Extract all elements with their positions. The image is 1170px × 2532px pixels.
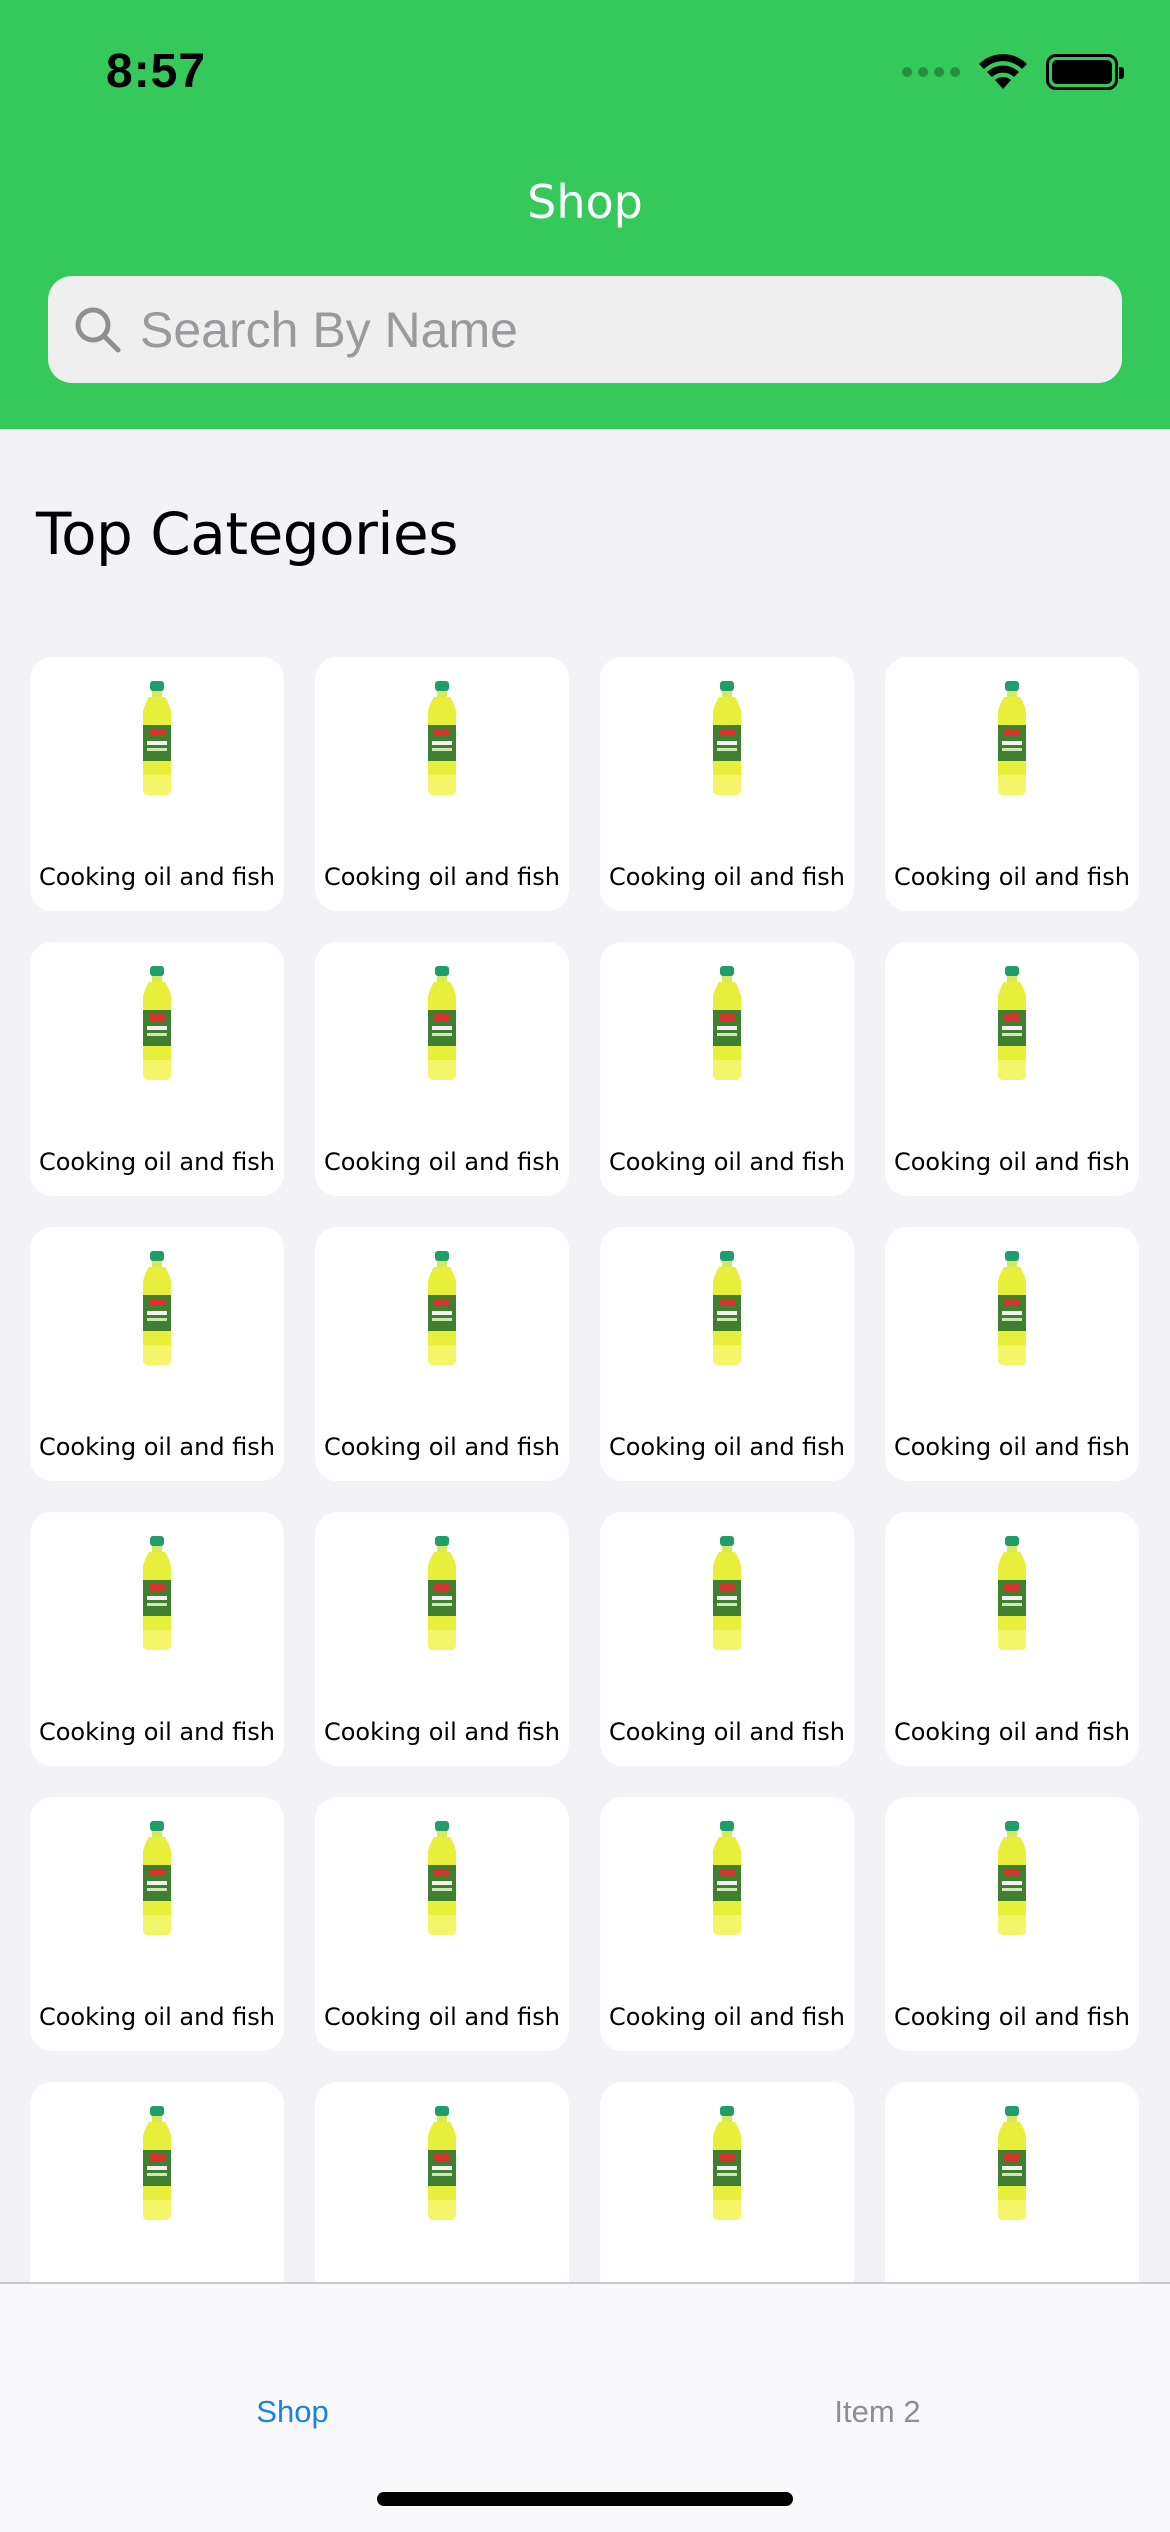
oil-bottle-image (713, 966, 741, 1080)
category-card[interactable] (600, 2082, 854, 2282)
category-label: Cooking oil and fish (608, 1718, 846, 1746)
category-card[interactable]: Cooking oil and fish (315, 1512, 569, 1766)
oil-bottle-image (998, 2106, 1026, 2220)
oil-bottle-image (428, 681, 456, 795)
status-indicators (902, 52, 1124, 92)
category-card[interactable] (885, 2082, 1139, 2282)
section-title: Top Categories (36, 500, 458, 568)
battery-icon (1046, 54, 1124, 90)
category-card[interactable] (30, 2082, 284, 2282)
search-bar[interactable] (48, 276, 1122, 383)
category-card[interactable]: Cooking oil and fish (30, 942, 284, 1196)
category-card[interactable]: Cooking oil and fish (600, 1512, 854, 1766)
oil-bottle-image (143, 1821, 171, 1935)
category-card[interactable]: Cooking oil and fish (885, 1512, 1139, 1766)
category-card[interactable]: Cooking oil and fish (315, 1227, 569, 1481)
oil-bottle-image (428, 1251, 456, 1365)
oil-bottle-image (143, 2106, 171, 2220)
oil-bottle-image (998, 681, 1026, 795)
category-card[interactable]: Cooking oil and fish (885, 942, 1139, 1196)
oil-bottle-image (143, 1251, 171, 1365)
category-card[interactable]: Cooking oil and fish (315, 657, 569, 911)
category-label: Cooking oil and fish (893, 863, 1131, 891)
oil-bottle-image (998, 966, 1026, 1080)
category-label: Cooking oil and fish (323, 1148, 561, 1176)
status-time: 8:57 (106, 45, 207, 98)
category-card[interactable]: Cooking oil and fish (600, 1797, 854, 2051)
oil-bottle-image (713, 1536, 741, 1650)
oil-bottle-image (713, 1251, 741, 1365)
header: 8:57 Shop (0, 0, 1170, 429)
category-card[interactable] (315, 2082, 569, 2282)
category-label: Cooking oil and fish (608, 1148, 846, 1176)
oil-bottle-image (428, 1821, 456, 1935)
category-label: Cooking oil and fish (38, 2003, 276, 2031)
search-input[interactable] (140, 289, 1040, 370)
category-card[interactable]: Cooking oil and fish (30, 1797, 284, 2051)
category-card[interactable]: Cooking oil and fish (600, 942, 854, 1196)
category-card[interactable]: Cooking oil and fish (885, 1797, 1139, 2051)
oil-bottle-image (998, 1821, 1026, 1935)
oil-bottle-image (143, 681, 171, 795)
category-label: Cooking oil and fish (323, 1433, 561, 1461)
wifi-icon (979, 54, 1027, 89)
oil-bottle-image (713, 2106, 741, 2220)
search-icon (75, 307, 121, 352)
category-card[interactable]: Cooking oil and fish (600, 657, 854, 911)
oil-bottle-image (998, 1251, 1026, 1365)
category-card[interactable]: Cooking oil and fish (315, 942, 569, 1196)
category-label: Cooking oil and fish (323, 2003, 561, 2031)
category-label: Cooking oil and fish (38, 1433, 276, 1461)
tab-item-2[interactable]: Item 2 (585, 2394, 1170, 2430)
oil-bottle-image (998, 1536, 1026, 1650)
oil-bottle-image (713, 1821, 741, 1935)
home-indicator (377, 2492, 793, 2506)
category-label: Cooking oil and fish (893, 1433, 1131, 1461)
tab-shop[interactable]: Shop (0, 2394, 585, 2430)
category-label: Cooking oil and fish (608, 863, 846, 891)
category-card[interactable]: Cooking oil and fish (30, 1227, 284, 1481)
category-label: Cooking oil and fish (38, 1718, 276, 1746)
oil-bottle-image (428, 1536, 456, 1650)
cellular-signal-icon (902, 67, 960, 77)
oil-bottle-image (143, 966, 171, 1080)
category-card[interactable]: Cooking oil and fish (885, 1227, 1139, 1481)
category-label: Cooking oil and fish (893, 1718, 1131, 1746)
category-label: Cooking oil and fish (323, 1718, 561, 1746)
oil-bottle-image (143, 1536, 171, 1650)
category-grid: Cooking oil and fish Cooking oil and fis… (0, 657, 1170, 2282)
category-label: Cooking oil and fish (38, 863, 276, 891)
status-bar: 8:57 (0, 0, 1170, 150)
category-card[interactable]: Cooking oil and fish (30, 657, 284, 911)
category-label: Cooking oil and fish (608, 2003, 846, 2031)
category-label: Cooking oil and fish (323, 863, 561, 891)
page-title: Shop (527, 175, 643, 229)
oil-bottle-image (713, 681, 741, 795)
category-label: Cooking oil and fish (893, 2003, 1131, 2031)
category-label: Cooking oil and fish (38, 1148, 276, 1176)
category-card[interactable]: Cooking oil and fish (30, 1512, 284, 1766)
oil-bottle-image (428, 966, 456, 1080)
category-label: Cooking oil and fish (893, 1148, 1131, 1176)
category-card[interactable]: Cooking oil and fish (315, 1797, 569, 2051)
category-card[interactable]: Cooking oil and fish (885, 657, 1139, 911)
category-label: Cooking oil and fish (608, 1433, 846, 1461)
category-card[interactable]: Cooking oil and fish (600, 1227, 854, 1481)
category-grid-scroll[interactable]: Cooking oil and fish Cooking oil and fis… (0, 657, 1170, 2282)
oil-bottle-image (428, 2106, 456, 2220)
